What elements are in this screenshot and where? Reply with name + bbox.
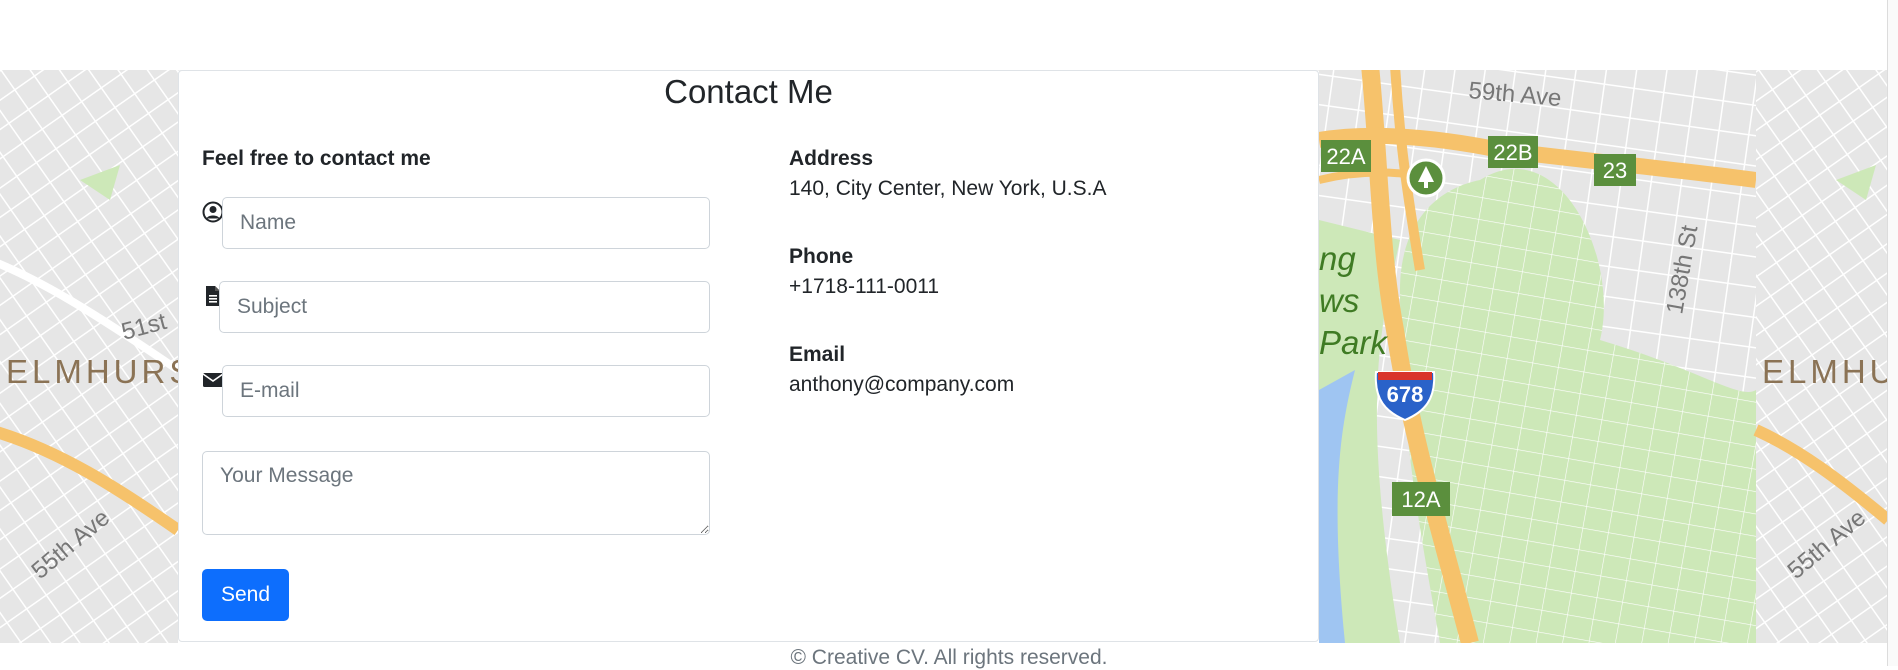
email-input[interactable] xyxy=(222,365,710,417)
email-field-row xyxy=(202,365,710,419)
address-label: Address xyxy=(789,147,874,170)
email-label: Email xyxy=(789,343,846,366)
contact-card: Contact Me Feel free to contact me Send … xyxy=(178,70,1319,642)
email-value: anthony@company.com xyxy=(789,373,1015,396)
name-input[interactable] xyxy=(222,197,710,249)
exit-23-sign: 23 xyxy=(1594,154,1636,186)
exit-12a-label: 12A xyxy=(1401,487,1440,512)
address-value: 140, City Center, New York, U.S.A xyxy=(789,177,1107,200)
page-title: Contact Me xyxy=(664,73,833,110)
form-heading: Feel free to contact me xyxy=(202,147,431,170)
top-bar xyxy=(0,0,1898,71)
address-block: Address 140, City Center, New York, U.S.… xyxy=(789,147,1106,201)
phone-value: +1718-111-0011 xyxy=(789,275,940,298)
envelope-icon xyxy=(202,369,224,391)
park-tree-icon[interactable] xyxy=(1406,158,1446,198)
footer-copyright: © Creative CV. All rights reserved. xyxy=(790,646,1108,669)
subject-input[interactable] xyxy=(219,281,710,333)
exit-12a-sign: 12A xyxy=(1392,482,1450,516)
map-label-park-1: ng xyxy=(1319,240,1356,277)
exit-22b-label: 22B xyxy=(1493,140,1532,165)
name-field-row xyxy=(202,197,710,251)
subject-field-row xyxy=(202,281,710,335)
map-label-park-3: Park xyxy=(1319,324,1388,361)
message-textarea[interactable] xyxy=(202,451,710,535)
exit-22a-label: 22A xyxy=(1326,144,1365,169)
phone-label: Phone xyxy=(789,245,854,268)
user-circle-icon xyxy=(202,201,224,223)
exit-23-label: 23 xyxy=(1603,158,1627,183)
exit-22b-sign: 22B xyxy=(1488,136,1538,168)
exit-22a-sign: 22A xyxy=(1321,140,1371,172)
map-label-park-2: ws xyxy=(1319,282,1359,319)
map-label-elmhurst: ELMHURS xyxy=(6,353,195,390)
interstate-number: 678 xyxy=(1387,382,1424,407)
email-block: Email anthony@company.com xyxy=(789,343,1014,397)
send-button[interactable]: Send xyxy=(202,569,289,621)
phone-block: Phone +1718-111-0011 xyxy=(789,245,939,299)
map-label-elmhurst-right: ELMHU xyxy=(1762,353,1888,390)
scrollbar[interactable] xyxy=(1887,0,1898,666)
